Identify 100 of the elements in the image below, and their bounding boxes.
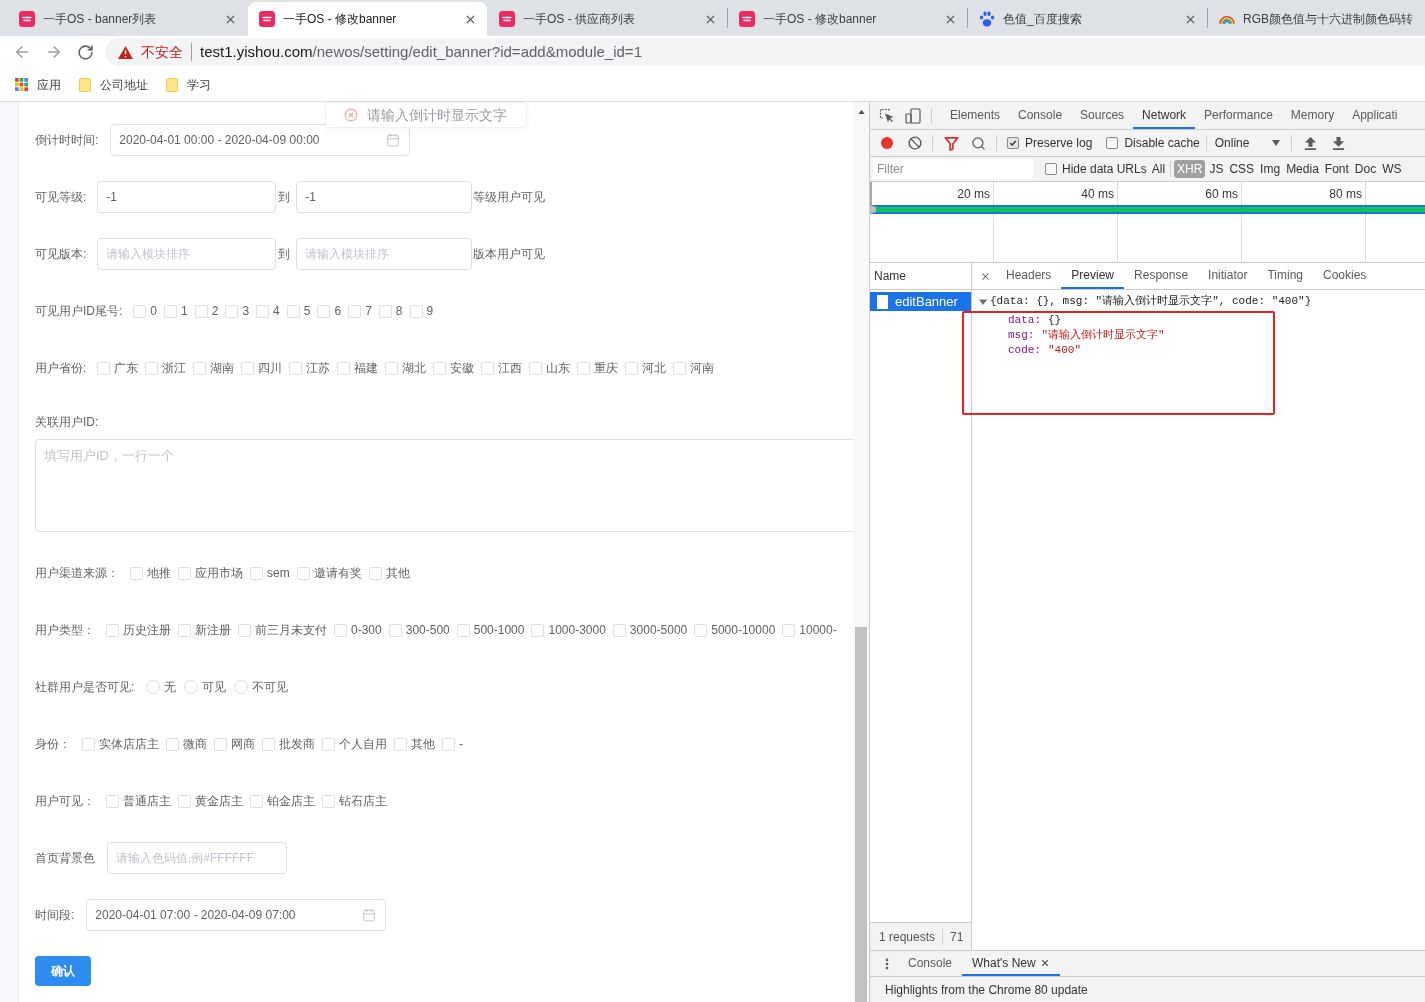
upload-icon[interactable] <box>1304 136 1318 150</box>
close-icon[interactable] <box>1039 957 1050 968</box>
radio-button[interactable] <box>184 680 199 694</box>
close-icon[interactable] <box>980 270 991 282</box>
date-range-field[interactable]: 2020-04-01 07:00 - 2020-04-09 07:00 <box>86 899 387 931</box>
scroll-up-arrow-icon[interactable] <box>857 110 865 114</box>
resource-type-filter[interactable]: Font <box>1322 160 1351 178</box>
detail-tab[interactable]: Headers <box>996 263 1062 289</box>
checkbox-label: 1000-3000 <box>548 622 606 639</box>
range-separator: 到 <box>278 189 291 206</box>
device-toolbar-icon[interactable] <box>905 107 921 124</box>
checkbox[interactable] <box>1045 163 1057 175</box>
filter-field[interactable]: Filter <box>873 159 1033 179</box>
detail-tab[interactable]: Cookies <box>1313 263 1377 289</box>
checkbox-label: 300-500 <box>405 622 450 639</box>
devtools-tab[interactable]: Applicati <box>1343 102 1407 129</box>
field-label: 首页背景色 <box>35 850 95 867</box>
range-from-field[interactable]: -1 <box>97 181 277 213</box>
scrollbar-thumb[interactable] <box>855 627 867 1002</box>
radio-button[interactable] <box>146 680 161 694</box>
collapse-triangle-icon[interactable] <box>979 297 987 306</box>
detail-tab[interactable]: Preview <box>1061 263 1125 289</box>
checkbox-label: 地推 <box>147 565 171 582</box>
devtools-tab[interactable]: Console <box>1009 102 1072 129</box>
checkbox-label: 个人自用 <box>339 736 387 753</box>
checkbox[interactable] <box>1106 137 1119 149</box>
browser-tab[interactable]: 一手OS - 供应商列表 <box>488 2 727 36</box>
drawer-tab[interactable]: Console <box>898 951 963 976</box>
resource-type-filter[interactable]: WS <box>1380 160 1404 178</box>
download-icon[interactable] <box>1332 136 1346 150</box>
browser-tab[interactable]: 一手OS - 修改banner <box>248 2 487 36</box>
json-property: data: {} <box>1008 313 1062 328</box>
field-label: 用户类型： <box>35 622 95 639</box>
scrollbar[interactable] <box>853 102 869 1002</box>
checkbox-label: sem <box>267 565 290 582</box>
checkbox-label: 广东 <box>114 360 139 377</box>
json-property: code: "400" <box>1008 343 1082 358</box>
warning-icon[interactable] <box>118 45 133 59</box>
range-to-field[interactable]: -1 <box>296 181 473 213</box>
app-logo-icon <box>19 11 35 27</box>
range-to-field[interactable]: 请输入模块排序 <box>296 238 473 270</box>
browser-tab[interactable]: 一手OS - banner列表 <box>8 2 247 36</box>
checkbox-label: 9 <box>426 303 434 320</box>
checkbox-label: 2 <box>211 303 219 320</box>
field-label: 倒计时时间: <box>35 132 99 149</box>
resource-type-filter[interactable]: All <box>1149 160 1168 178</box>
resource-type-filter[interactable]: CSS <box>1227 160 1257 178</box>
time-tick-label: 60 ms <box>1205 185 1238 203</box>
security-label[interactable]: 不安全 <box>141 41 183 63</box>
range-from-field[interactable]: 请输入模块排序 <box>97 238 277 270</box>
checkbox-label: 山东 <box>546 360 571 377</box>
field-label: 用户省份: <box>35 360 87 377</box>
detail-tab[interactable]: Timing <box>1257 263 1313 289</box>
app-logo-icon <box>259 11 275 27</box>
color-code-field[interactable]: 请输入色码值,例#FFFFFF <box>107 842 287 874</box>
resource-type-filter[interactable]: Media <box>1284 160 1321 178</box>
checkbox-label: 前三月未支付 <box>255 622 327 639</box>
checkbox-label: 10000- <box>799 622 837 639</box>
record-icon[interactable] <box>881 137 893 149</box>
checkbox-label: 四川 <box>258 360 283 377</box>
search-icon[interactable] <box>971 135 986 151</box>
range-suffix: 等级用户可见 <box>473 189 546 206</box>
checkbox-label: 1 <box>181 303 188 320</box>
checkbox-label: 铂金店主 <box>267 793 315 810</box>
bookmark[interactable]: 公司地址 <box>79 75 148 94</box>
field-label: 可见等级: <box>35 189 87 206</box>
date-range-field[interactable]: 2020-04-01 00:00 - 2020-04-09 00:00 <box>110 124 411 156</box>
bookmark[interactable]: 学习 <box>166 75 211 94</box>
devtools-tab[interactable]: Performance <box>1195 102 1282 129</box>
detail-tab[interactable]: Response <box>1124 263 1199 289</box>
filter-icon[interactable] <box>944 135 959 151</box>
browser-tab[interactable]: 色值_百度搜索 <box>968 2 1207 36</box>
checkbox[interactable] <box>1007 137 1019 149</box>
checkbox-label: 网商 <box>231 736 255 753</box>
browser-tab[interactable]: 一手OS - 修改banner <box>728 2 967 36</box>
resource-type-filter[interactable]: Doc <box>1352 160 1379 178</box>
detail-tab[interactable]: Initiator <box>1198 263 1258 289</box>
checkbox-label: 普通店主 <box>123 793 171 810</box>
inspect-element-icon[interactable] <box>879 107 895 124</box>
devtools-tab[interactable]: Elements <box>941 102 1010 129</box>
reload-icon[interactable] <box>77 43 94 61</box>
url-text[interactable]: test1.yishou.com/newos/setting/edit_banner?id=add&module_id=1 <box>200 40 642 64</box>
address-bar[interactable]: 不安全 test1.yishou.com/newos/setting/edit_banner?id=add&module_id=1 <box>105 38 1425 66</box>
browser-tab[interactable]: RGB颜色值与十六进制颜色码转 <box>1208 2 1425 36</box>
field-label: 身份： <box>35 736 71 753</box>
clear-icon[interactable] <box>908 136 922 150</box>
bookmark[interactable]: 应用 <box>15 75 61 94</box>
radio-button[interactable] <box>234 680 249 694</box>
throttling-select[interactable]: Online <box>1214 134 1281 152</box>
request-row[interactable]: editBanner <box>870 292 971 311</box>
field-label: 关联用户ID: <box>35 414 99 430</box>
forward-arrow-icon[interactable] <box>45 43 63 61</box>
resource-type-filter[interactable]: JS <box>1207 160 1226 178</box>
drawer-tab[interactable]: What's New <box>962 951 1060 976</box>
resource-type-filter[interactable]: Img <box>1258 160 1283 178</box>
field-label: 时间段: <box>35 907 75 924</box>
checkbox-label: 4 <box>273 303 280 320</box>
devtools-tab[interactable]: Sources <box>1071 102 1134 129</box>
checkbox-label: 其他 <box>385 565 410 582</box>
devtools-tab[interactable]: Memory <box>1281 102 1344 129</box>
